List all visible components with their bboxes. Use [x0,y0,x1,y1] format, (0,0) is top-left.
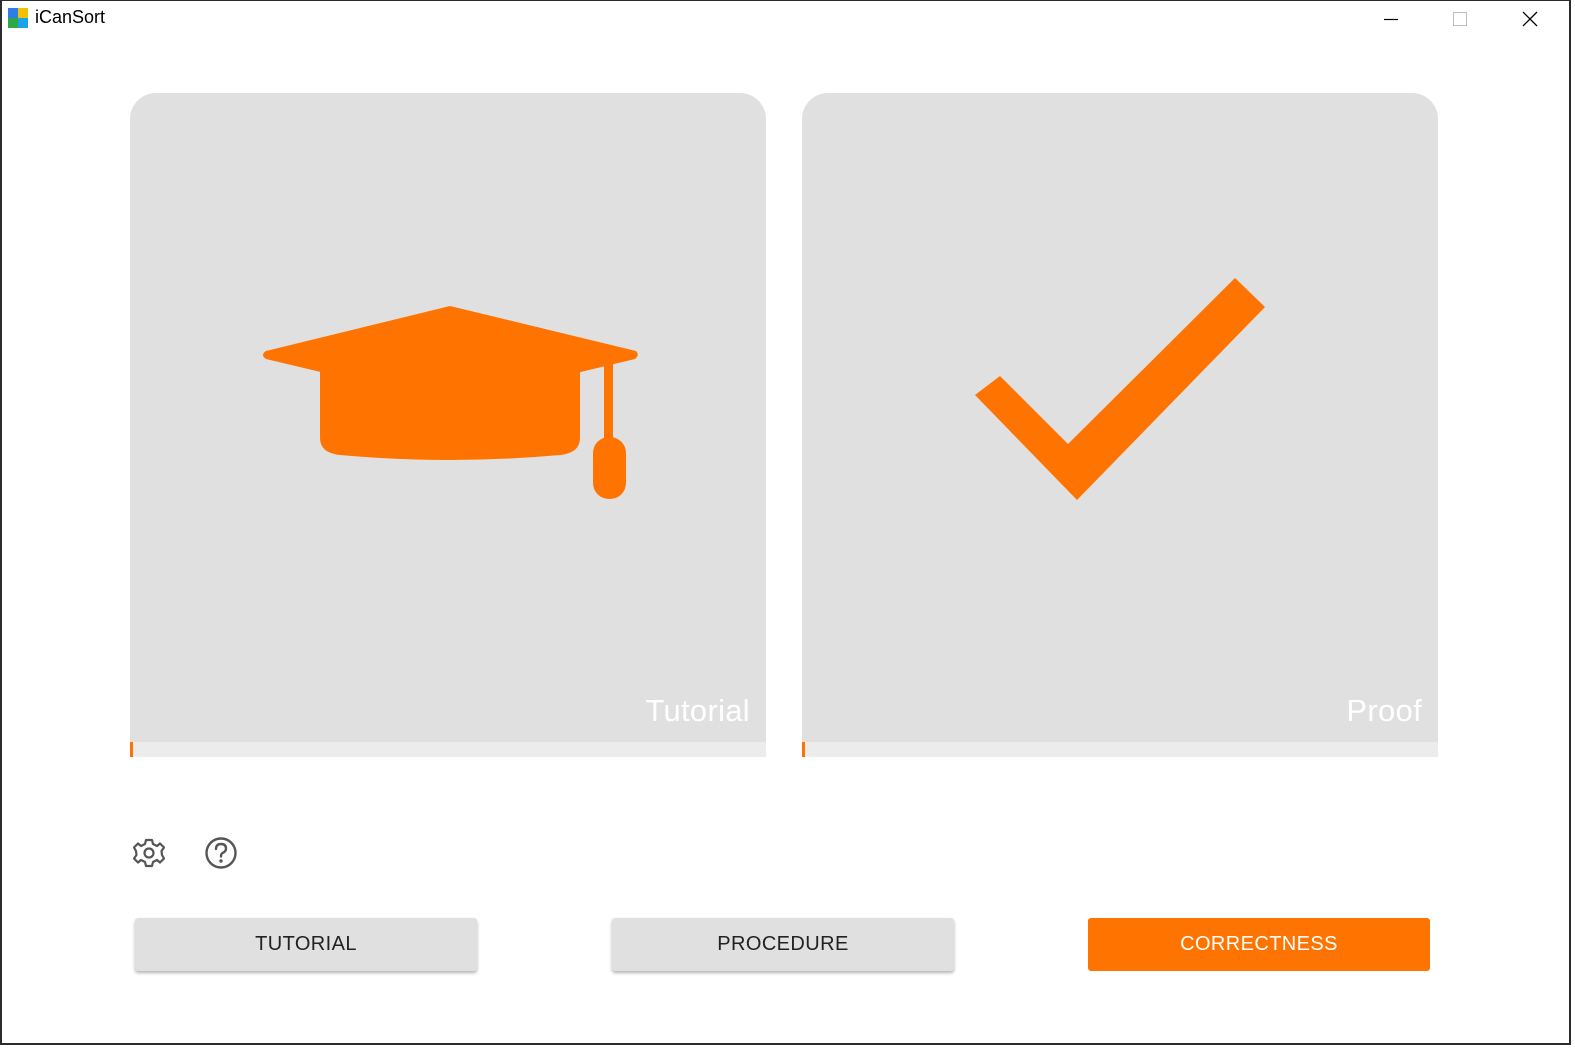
checkmark-icon [975,278,1265,500]
maximize-icon [1453,12,1467,26]
graduation-cap-icon [263,306,638,499]
minimize-button[interactable] [1357,1,1425,37]
proof-card-footer [802,742,1438,757]
proof-card[interactable]: Proof [802,93,1438,757]
gear-icon[interactable] [132,836,166,870]
minimize-icon [1384,18,1398,21]
window-title: iCanSort [35,7,106,27]
maximize-button[interactable] [1426,1,1494,37]
procedure-button[interactable]: PROCEDURE [612,918,954,971]
tutorial-card-footer [130,742,766,757]
proof-card-caption: Proof [1346,693,1422,728]
app-logo-icon [8,8,28,28]
tutorial-card[interactable]: Tutorial [130,93,766,757]
title-bar[interactable]: iCanSort [2,1,1569,37]
tutorial-card-caption: Tutorial [645,693,750,728]
close-button[interactable] [1496,1,1564,37]
tutorial-button[interactable]: TUTORIAL [135,918,477,971]
proof-card-progress [802,742,805,757]
help-icon[interactable] [204,836,238,870]
correctness-button[interactable]: CORRECTNESS [1088,918,1430,971]
tutorial-card-progress [130,742,133,757]
app-window: iCanSort Tutorial Proof TUTORIAL PROCEDU… [0,0,1571,1045]
close-icon [1522,11,1538,27]
